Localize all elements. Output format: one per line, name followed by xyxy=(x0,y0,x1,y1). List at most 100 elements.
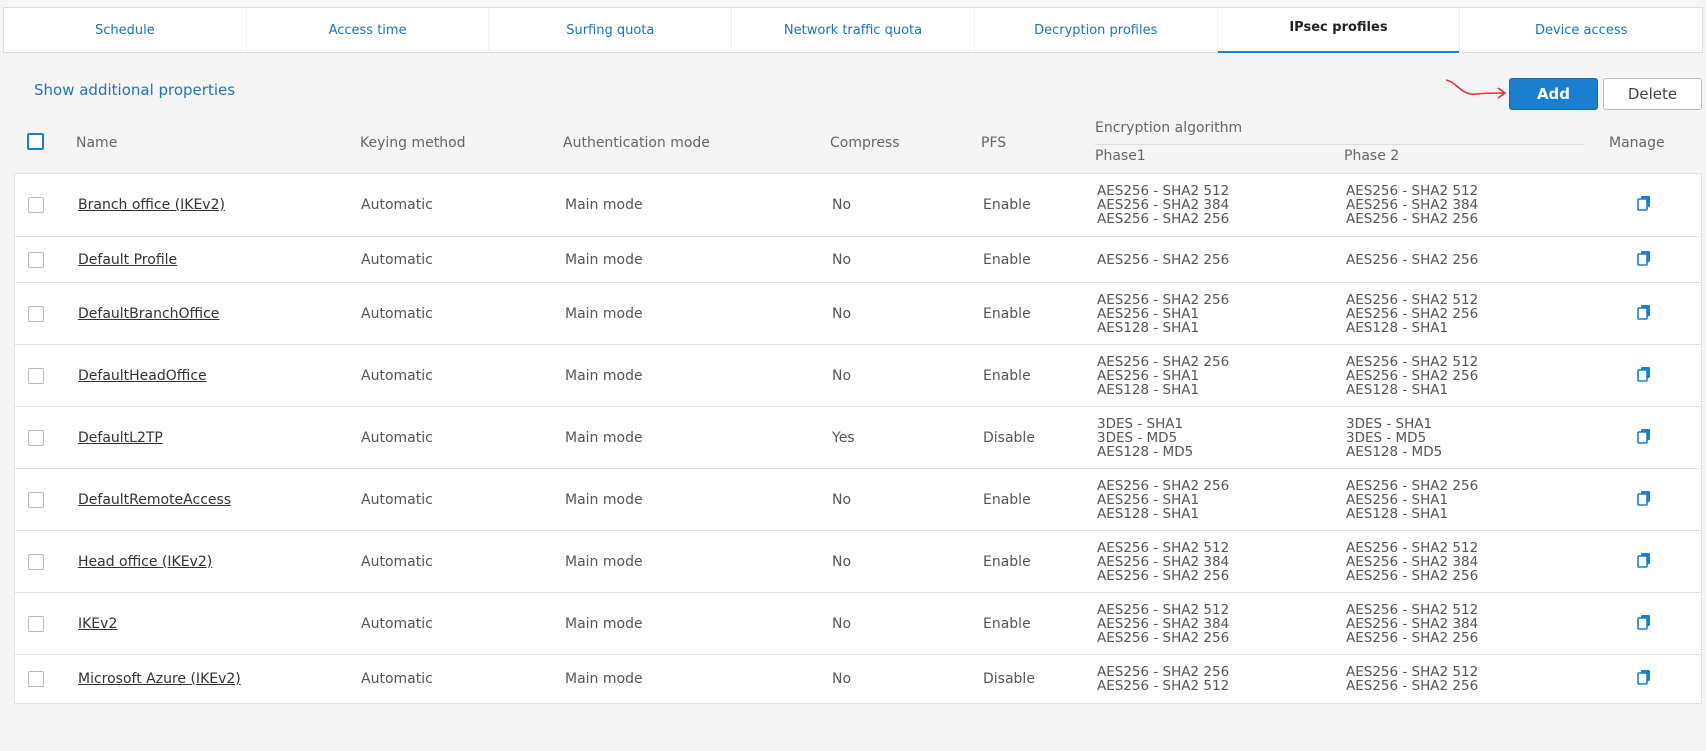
compress-cell: No xyxy=(832,491,852,508)
add-button[interactable]: Add xyxy=(1509,78,1598,110)
authentication-mode-cell: Main mode xyxy=(565,491,643,508)
compress-cell: No xyxy=(832,671,852,687)
tab-surfing-quota[interactable]: Surfing quota xyxy=(489,8,733,52)
table-row[interactable]: DefaultHeadOffice Automatic Main mode No Ena… xyxy=(15,345,1701,407)
algorithm-entry: AES256 - SHA2 256 xyxy=(1346,629,1479,646)
algorithm-entry: AES128 - SHA1 xyxy=(1346,319,1449,336)
copy-icon[interactable] xyxy=(1637,614,1651,634)
keying-method-cell: Automatic xyxy=(361,197,433,213)
pfs-cell: Enable xyxy=(983,305,1031,322)
algorithm-entry: 3DES - MD5 xyxy=(1097,429,1178,446)
pfs-cell: Enable xyxy=(983,615,1031,632)
row-checkbox[interactable] xyxy=(28,197,44,213)
algorithm-entry: AES256 - SHA2 512 xyxy=(1346,664,1479,680)
compress-cell: No xyxy=(832,367,852,384)
compress-cell: No xyxy=(832,197,852,213)
table-row[interactable]: Default Profile Automatic Main mode No Enabl… xyxy=(15,237,1701,283)
profile-name-link[interactable]: Default Profile xyxy=(78,252,177,268)
row-checkbox[interactable] xyxy=(28,251,44,268)
algorithm-entry: 3DES - SHA1 xyxy=(1346,415,1433,432)
header-divider xyxy=(1095,144,1584,145)
tab-schedule[interactable]: Schedule xyxy=(4,8,247,52)
phase2-algorithms: AES256 - SHA2 512 AES256 - SHA2 256 xyxy=(1346,665,1478,693)
compress-cell: No xyxy=(832,553,852,570)
algorithm-entry: AES256 - SHA2 512 xyxy=(1097,183,1230,199)
algorithm-entry: AES256 - SHA2 512 xyxy=(1097,678,1230,694)
column-header-pfs[interactable]: PFS xyxy=(981,135,1006,151)
phase1-algorithms: 3DES - SHA1 3DES - MD5 AES128 - MD5 xyxy=(1097,417,1193,459)
copy-icon[interactable] xyxy=(1637,490,1651,510)
profile-name-link[interactable]: DefaultRemoteAccess xyxy=(78,492,231,508)
row-checkbox[interactable] xyxy=(28,367,44,384)
copy-icon[interactable] xyxy=(1637,428,1651,448)
pfs-cell: Disable xyxy=(983,429,1035,446)
algorithm-entry: AES256 - SHA1 xyxy=(1097,491,1200,508)
profile-name-link[interactable]: DefaultBranchOffice xyxy=(78,306,219,322)
table-row[interactable]: Head office (IKEv2) Automatic Main mode No E… xyxy=(15,531,1701,593)
algorithm-entry: AES256 - SHA2 256 xyxy=(1346,477,1479,494)
pfs-cell: Enable xyxy=(983,553,1031,570)
algorithm-entry: AES256 - SHA1 xyxy=(1097,305,1200,322)
copy-icon[interactable] xyxy=(1637,304,1651,324)
algorithm-entry: AES256 - SHA2 256 xyxy=(1097,664,1230,680)
copy-icon[interactable] xyxy=(1637,366,1651,386)
algorithm-entry: AES256 - SHA2 384 xyxy=(1346,553,1479,570)
profile-name-link[interactable]: Head office (IKEv2) xyxy=(78,554,212,570)
algorithm-entry: 3DES - SHA1 xyxy=(1097,415,1184,432)
tab-ipsec-profiles[interactable]: IPsec profiles xyxy=(1217,8,1461,53)
select-all-checkbox[interactable] xyxy=(27,133,44,150)
phase1-algorithms: AES256 - SHA2 512 AES256 - SHA2 384 AES256… xyxy=(1097,541,1229,583)
algorithm-entry: AES256 - SHA2 256 xyxy=(1346,211,1479,227)
keying-method-cell: Automatic xyxy=(361,615,433,632)
algorithm-entry: AES128 - SHA1 xyxy=(1097,381,1200,398)
tab-device-access[interactable]: Device access xyxy=(1460,8,1702,52)
table-row[interactable]: Branch office (IKEv2) Automatic Main mode N… xyxy=(15,174,1701,237)
table-row[interactable]: DefaultL2TP Automatic Main mode Yes Disable 3… xyxy=(15,407,1701,469)
profile-name-link[interactable]: Microsoft Azure (IKEv2) xyxy=(78,671,241,687)
tab-network-traffic-quota[interactable]: Network traffic quota xyxy=(732,8,975,52)
row-checkbox[interactable] xyxy=(28,429,44,446)
profile-name-link[interactable]: Branch office (IKEv2) xyxy=(78,197,225,213)
column-header-authentication-mode[interactable]: Authentication mode xyxy=(563,135,710,151)
table-row[interactable]: DefaultRemoteAccess Automatic Main mode No E… xyxy=(15,469,1701,531)
algorithm-entry: AES256 - SHA2 384 xyxy=(1346,615,1479,632)
tab-access-time[interactable]: Access time xyxy=(247,8,490,52)
column-header-phase2: Phase 2 xyxy=(1344,148,1400,164)
column-header-manage: Manage xyxy=(1609,135,1665,151)
phase2-algorithms: AES256 - SHA2 512 AES256 - SHA2 256 AES128… xyxy=(1346,355,1478,397)
show-additional-properties-link[interactable]: Show additional properties xyxy=(34,81,235,99)
keying-method-cell: Automatic xyxy=(361,305,433,322)
row-checkbox[interactable] xyxy=(28,671,44,687)
column-header-compress[interactable]: Compress xyxy=(830,135,900,151)
pfs-cell: Enable xyxy=(983,251,1031,268)
algorithm-entry: AES256 - SHA2 512 xyxy=(1097,601,1230,618)
phase2-algorithms: AES256 - SHA2 256 AES256 - SHA1 AES128 - S… xyxy=(1346,479,1478,521)
row-checkbox[interactable] xyxy=(28,305,44,322)
copy-icon[interactable] xyxy=(1637,669,1651,689)
delete-button[interactable]: Delete xyxy=(1603,78,1702,110)
copy-icon[interactable] xyxy=(1637,250,1651,270)
column-header-name[interactable]: Name xyxy=(76,135,117,151)
phase1-algorithms: AES256 - SHA2 256 AES256 - SHA1 AES128 - S… xyxy=(1097,479,1229,521)
keying-method-cell: Automatic xyxy=(361,671,433,687)
table-header: Name Keying method Authentication mode C… xyxy=(14,118,1702,173)
phase2-algorithms: AES256 - SHA2 512 AES256 - SHA2 384 AES256… xyxy=(1346,184,1478,226)
column-header-keying-method[interactable]: Keying method xyxy=(360,135,466,151)
row-checkbox[interactable] xyxy=(28,615,44,632)
profile-name-link[interactable]: IKEv2 xyxy=(78,616,117,632)
pfs-cell: Disable xyxy=(983,671,1035,687)
compress-cell: No xyxy=(832,251,852,268)
copy-icon[interactable] xyxy=(1637,552,1651,572)
profile-name-link[interactable]: DefaultL2TP xyxy=(78,430,163,446)
table-row[interactable]: IKEv2 Automatic Main mode No Enable AES256 - … xyxy=(15,593,1701,655)
row-checkbox[interactable] xyxy=(28,491,44,508)
profile-name-link[interactable]: DefaultHeadOffice xyxy=(78,368,207,384)
row-checkbox[interactable] xyxy=(28,553,44,570)
algorithm-entry: AES256 - SHA1 xyxy=(1346,491,1449,508)
tab-decryption-profiles[interactable]: Decryption profiles xyxy=(975,8,1218,52)
algorithm-entry: AES256 - SHA2 512 xyxy=(1346,183,1479,199)
copy-icon[interactable] xyxy=(1637,195,1651,215)
table-row[interactable]: Microsoft Azure (IKEv2) Automatic Main mod… xyxy=(15,655,1701,703)
table-row[interactable]: DefaultBranchOffice Automatic Main mode No E… xyxy=(15,283,1701,345)
authentication-mode-cell: Main mode xyxy=(565,429,643,446)
